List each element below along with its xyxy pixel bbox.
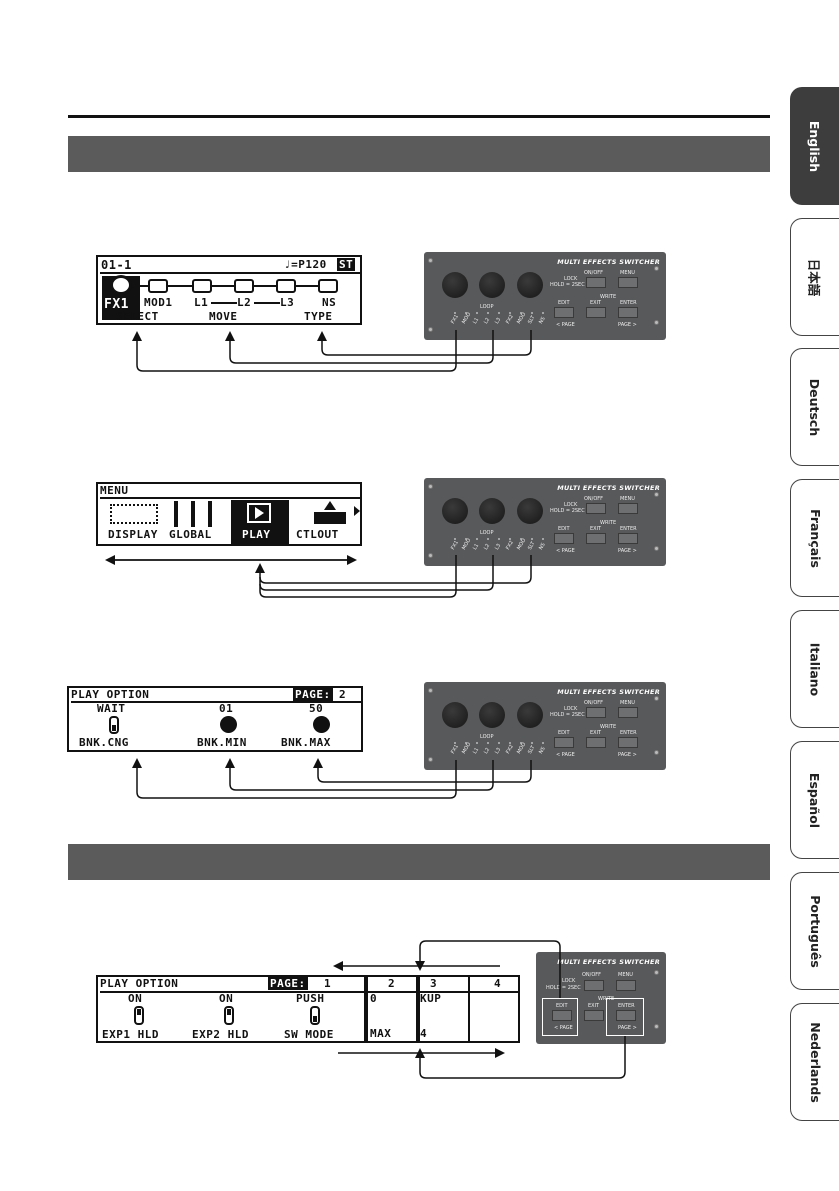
arrow-knob3-bnk-max — [313, 758, 532, 783]
arrow-knob1-bnk-cng — [132, 758, 457, 799]
arrow-enter-page-forward — [415, 1036, 626, 1079]
arrow-knob2-move — [225, 330, 494, 364]
connector-arrows — [105, 330, 626, 1079]
arrow-knob1-select — [132, 330, 457, 372]
arrow-edit-page-back — [415, 940, 561, 998]
arrow-knob3-menu — [259, 555, 532, 584]
arrow-knob2-bnk-min — [225, 758, 494, 791]
arrow-knob3-type — [317, 330, 532, 356]
